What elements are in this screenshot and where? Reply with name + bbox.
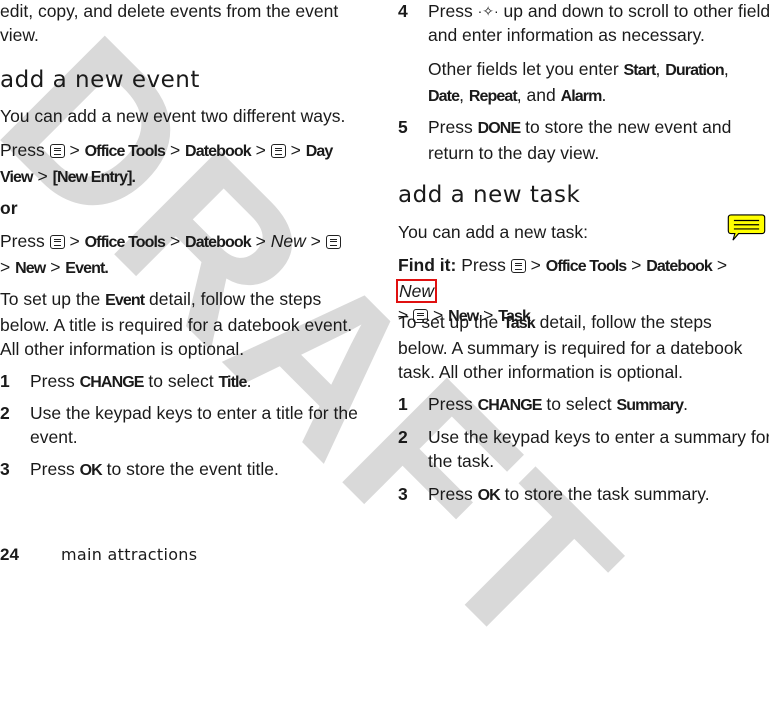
- menu-key-icon: [49, 144, 65, 158]
- menu-key-icon: [270, 144, 286, 158]
- heading-add-task: add a new task: [398, 182, 581, 208]
- event-step-4: 4 Press ·✧· up and down to scroll to othe…: [398, 1, 769, 45]
- event-setup-text: To set up the Event detail, follow the s…: [0, 289, 353, 359]
- task-step-3: 3 Press OK to store the task summary.: [398, 484, 710, 504]
- event-lead: You can add a new event two different wa…: [0, 106, 346, 126]
- intro-text: edit, copy, and delete events from the e…: [0, 1, 339, 45]
- menu-key-icon: [49, 235, 65, 249]
- comment-bubble-icon[interactable]: [726, 214, 767, 242]
- menu-key-icon: [510, 259, 526, 273]
- event-step-1: 1 Press CHANGE to select Title.: [0, 371, 252, 391]
- menu-key-icon: [325, 235, 341, 249]
- section-title: main attractions: [61, 545, 198, 564]
- task-step-1: 1 Press CHANGE to select Summary.: [398, 394, 688, 414]
- event-path-1: Press > Office Tools > Datebook > > Day …: [0, 140, 333, 186]
- event-path-2: Press > Office Tools > Datebook > New > …: [0, 229, 341, 281]
- or-label: or: [0, 198, 18, 218]
- task-setup-text: To set up the Task detail, follow the st…: [398, 312, 743, 382]
- page-number: 24: [0, 545, 19, 564]
- task-lead: You can add a new task:: [398, 222, 589, 242]
- nav-key-icon: ·✧·: [477, 3, 499, 19]
- highlighted-new: New: [395, 279, 438, 303]
- page-footer: 24 main attractions: [0, 545, 197, 565]
- step4-note: Other fields let you enter Start, Durati…: [428, 59, 729, 105]
- heading-add-event: add a new event: [0, 67, 200, 93]
- event-step-2: 2 Use the keypad keys to enter a title fo…: [0, 403, 358, 447]
- event-step-3: 3 Press OK to store the event title.: [0, 459, 279, 479]
- event-step-5: 5 Press DONE to store the new event and r…: [398, 117, 732, 163]
- task-step-2: 2 Use the keypad keys to enter a summary …: [398, 427, 769, 471]
